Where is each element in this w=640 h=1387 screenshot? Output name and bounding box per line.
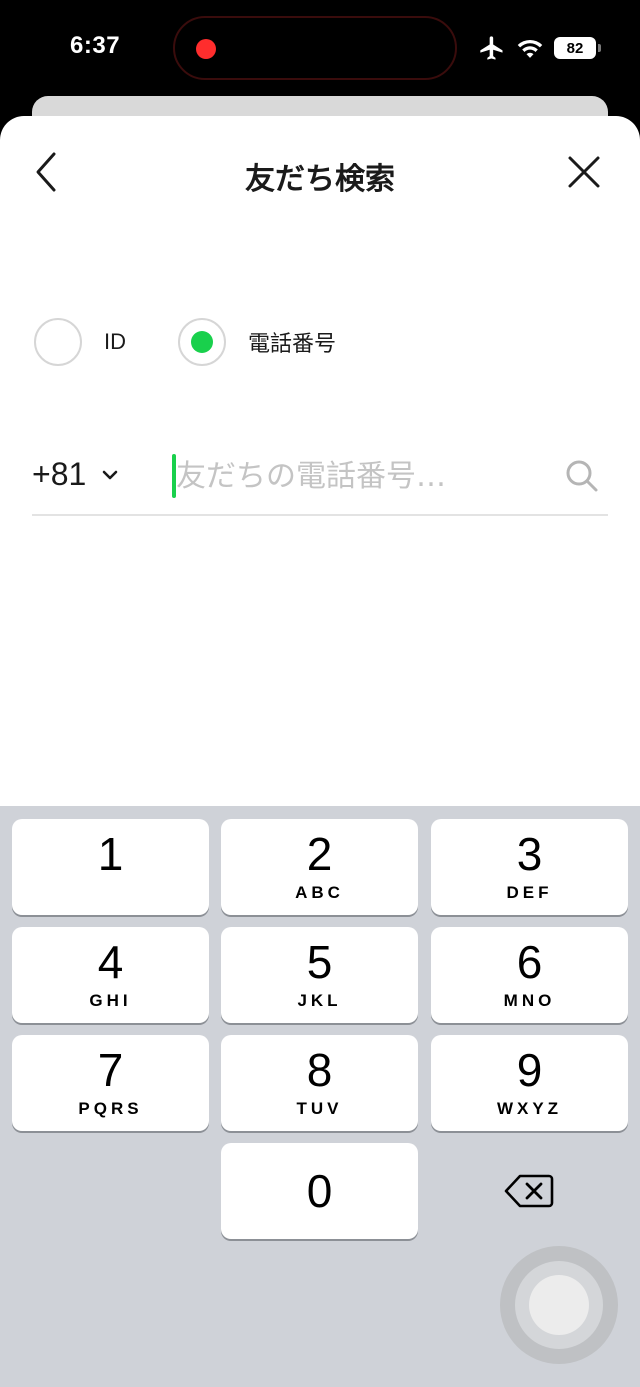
numeric-keypad: 1 2 ABC 3 DEF 4 GHI 5 JKL 6 MNO 7 PQRS 8… [0, 806, 640, 1387]
key-0-number: 0 [306, 1165, 333, 1217]
airplane-icon [480, 36, 503, 60]
key-8-letters: TUV [296, 1099, 343, 1118]
page-title: 友だち検索 [245, 163, 395, 196]
key-9-letters: WXYZ [496, 1099, 563, 1118]
key-7-letters: PQRS [78, 1099, 143, 1118]
key-3-number: 3 [516, 828, 543, 880]
status-time: 6:37 [70, 32, 121, 59]
assistive-touch-button[interactable] [500, 1246, 618, 1364]
key-9-number: 9 [516, 1044, 543, 1096]
assistive-touch-core [529, 1275, 589, 1335]
country-code: +81 [32, 456, 87, 492]
radio-phone-number[interactable] [178, 318, 226, 366]
phone-search-field: +81 [32, 448, 608, 516]
wifi-icon [517, 39, 543, 58]
radio-id-label[interactable]: ID [104, 329, 126, 355]
key-0[interactable]: 0 [221, 1143, 418, 1239]
key-7[interactable]: 7 PQRS [12, 1035, 209, 1131]
key-5-number: 5 [306, 936, 333, 988]
key-2-number: 2 [306, 828, 333, 880]
recording-indicator-icon [196, 39, 216, 59]
key-8[interactable]: 8 TUV [221, 1035, 418, 1131]
key-8-number: 8 [306, 1044, 333, 1096]
key-1[interactable]: 1 [12, 819, 209, 915]
key-4-number: 4 [97, 936, 124, 988]
key-2[interactable]: 2 ABC [221, 819, 418, 915]
close-button[interactable] [562, 150, 606, 194]
chevron-down-icon [102, 470, 118, 479]
status-icons: 82 [478, 34, 601, 62]
key-7-number: 7 [97, 1044, 124, 1096]
dynamic-island [173, 16, 457, 80]
search-icon [566, 460, 598, 492]
search-type-selector: ID 電話番号 [34, 318, 336, 366]
key-6-number: 6 [516, 936, 543, 988]
key-1-number: 1 [97, 828, 124, 880]
key-4-letters: GHI [89, 991, 132, 1010]
search-button[interactable] [562, 456, 602, 496]
key-3[interactable]: 3 DEF [431, 819, 628, 915]
key-6[interactable]: 6 MNO [431, 927, 628, 1023]
key-4[interactable]: 4 GHI [12, 927, 209, 1023]
key-2-letters: ABC [295, 883, 344, 902]
friend-search-sheet: 友だち検索 ID 電話番号 +81 [0, 116, 640, 806]
radio-phone-number-label[interactable]: 電話番号 [248, 326, 336, 358]
radio-id[interactable] [34, 318, 82, 366]
nav-bar: 友だち検索 [0, 140, 640, 204]
key-6-letters: MNO [503, 991, 556, 1010]
battery-icon: 82 [554, 37, 601, 59]
country-code-selector[interactable]: +81 [32, 456, 120, 493]
backspace-button[interactable] [430, 1143, 627, 1239]
key-3-letters: DEF [506, 883, 553, 902]
status-bar: 6:37 82 [0, 0, 640, 96]
key-5-letters: JKL [297, 991, 342, 1010]
key-5[interactable]: 5 JKL [221, 927, 418, 1023]
key-9[interactable]: 9 WXYZ [431, 1035, 628, 1131]
backspace-icon [504, 1174, 553, 1208]
phone-number-input[interactable] [176, 454, 556, 498]
close-icon [568, 156, 600, 188]
